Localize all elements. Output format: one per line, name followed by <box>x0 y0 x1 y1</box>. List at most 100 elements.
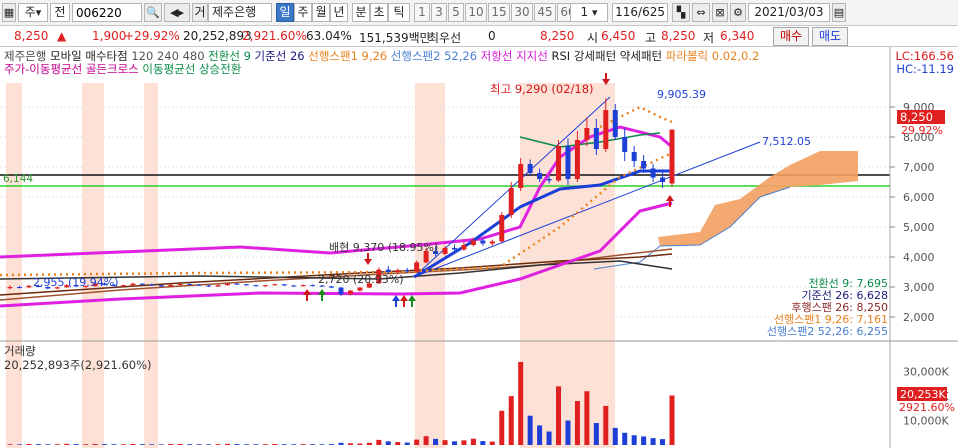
volume-bar <box>546 431 552 445</box>
candle-body <box>262 285 268 287</box>
candle-body <box>499 215 505 242</box>
volume-panel-title: 거래량 <box>4 344 36 358</box>
volume-bar <box>584 391 590 445</box>
signal-arrow-down <box>364 253 372 265</box>
candle-body <box>347 290 353 295</box>
legend-item: 480 <box>179 49 205 63</box>
ruler-icon[interactable]: ⊠ <box>712 3 728 22</box>
interval-30-button[interactable]: 30 <box>511 3 533 22</box>
y-tick-label: 2,000 <box>903 311 935 324</box>
interval-10-button[interactable]: 10 <box>465 3 487 22</box>
candle-body <box>470 240 476 245</box>
annotation-left-3: 2,955 (19.94%) <box>33 276 119 289</box>
y-tick-label: 7,000 <box>903 161 935 174</box>
candle-body <box>139 283 145 285</box>
interval-5-button[interactable]: 5 <box>448 3 464 22</box>
volume-bar <box>641 436 647 445</box>
interval-45-button[interactable]: 45 <box>534 3 556 22</box>
arrows-icon[interactable]: ⇔ <box>692 3 710 22</box>
legend-item: 파라볼릭 0.02,0.2 <box>662 49 759 63</box>
date-field[interactable]: 2021/03/03 <box>748 3 830 22</box>
period-tick-button[interactable]: 틱 <box>388 3 410 22</box>
market-select[interactable]: 주▾ <box>18 3 48 22</box>
volume-bar <box>26 444 32 445</box>
legend-item: 전환선 9 <box>205 49 251 63</box>
interval-3-button[interactable]: 3 <box>431 3 447 22</box>
interval-select[interactable]: 1 ▾ <box>570 3 608 22</box>
calendar-icon[interactable]: ▤ <box>832 3 846 22</box>
open-value: 6,450 <box>601 29 636 43</box>
geo-button[interactable]: 거 <box>192 3 208 22</box>
volume-bar <box>508 396 514 445</box>
count-field[interactable]: 116/625 <box>612 3 668 22</box>
stock-code-field[interactable] <box>73 4 141 21</box>
volume-bar <box>631 435 637 445</box>
period-week-button[interactable]: 주 <box>294 3 312 22</box>
search-icon[interactable]: 🔍 <box>144 3 162 22</box>
volume-tag-pct: 2921.60% <box>899 401 955 414</box>
trend-right-label: 7,512.05 <box>762 135 811 148</box>
price-tag-value: 8,250 <box>900 110 933 124</box>
legend-line-1: 제주은행 모바일 매수타점 120 240 480 전환선 9 기준선 26 선… <box>4 49 759 63</box>
interval-1-button[interactable]: 1 <box>414 3 430 22</box>
y-tick-label: 4,000 <box>903 251 935 264</box>
candle-body <box>253 285 259 287</box>
volume-bar <box>177 443 183 445</box>
price-chart[interactable]: 제주은행 모바일 매수타점 120 240 480 전환선 9 기준선 26 선… <box>0 47 958 448</box>
indicator-values: 전환선 9: 7,695기준선 26: 6,628후행스팬 26: 8,250선… <box>767 277 888 338</box>
period-month-button[interactable]: 월 <box>312 3 330 22</box>
volume-bar <box>329 444 335 445</box>
chevron-down-icon: ▾ <box>591 6 598 19</box>
volume-bar <box>158 444 164 445</box>
speaker-icon[interactable]: ◀▸ <box>164 3 190 22</box>
volume-bar <box>45 444 51 445</box>
highlight-band <box>82 83 104 448</box>
stock-code-input[interactable] <box>72 3 142 22</box>
volume-bar <box>470 438 476 445</box>
legend-item: 주가-이동평균선 골든크로스 <box>4 62 139 76</box>
volume-bar <box>54 444 60 445</box>
candle-body <box>480 240 486 244</box>
candle-body <box>168 284 174 287</box>
market-dropdown-icon[interactable]: ▦ <box>2 3 16 22</box>
volume-bar <box>111 444 117 445</box>
candle-body <box>329 286 335 288</box>
period-year-button[interactable]: 년 <box>330 3 348 22</box>
volume-bar <box>120 444 126 445</box>
sell-button[interactable]: 매도 <box>812 27 848 46</box>
period-day-button[interactable]: 일 <box>276 3 294 22</box>
chart-area[interactable]: 제주은행 모바일 매수타점 120 240 480 전환선 9 기준선 26 선… <box>0 47 958 448</box>
jeon-button[interactable]: 전 <box>50 3 70 22</box>
volume-bar <box>376 439 382 445</box>
volume-bar <box>73 444 79 445</box>
y-tick-label: 3,000 <box>903 281 935 294</box>
volume-bar <box>527 415 533 445</box>
period-second-button[interactable]: 초 <box>370 3 388 22</box>
signal-arrow-up <box>400 295 408 307</box>
candle-body <box>537 173 543 179</box>
legend-item: 저항선 <box>477 49 512 63</box>
highlight-band <box>144 83 158 448</box>
priority-label: 최우선 <box>428 31 462 45</box>
volume-bar <box>574 401 580 445</box>
legend-item: 선행스팬2 52,26 <box>387 49 477 63</box>
gear-icon[interactable]: ⚙ <box>730 3 746 22</box>
signal-arrow-up <box>318 289 326 301</box>
volume-panel-summary: 20,252,893주(2,921.60%) <box>4 358 152 372</box>
volume-bar <box>622 432 628 445</box>
period-minute-button[interactable]: 분 <box>352 3 370 22</box>
grid-icon[interactable]: ▚ <box>672 3 690 22</box>
interval-15-button[interactable]: 15 <box>488 3 510 22</box>
candle-body <box>225 283 231 286</box>
volume-bar <box>225 443 231 445</box>
candle-body <box>489 241 495 244</box>
legend-item: 240 <box>153 49 179 63</box>
highlight-band <box>415 83 445 448</box>
buy-button[interactable]: 매수 <box>773 27 809 46</box>
volume-bar <box>593 423 599 445</box>
candle-body <box>603 110 609 149</box>
volume-bar <box>366 442 372 445</box>
volume-bar <box>291 444 297 445</box>
indicator-value: 선행스팬2 52,26: 6,255 <box>767 325 888 338</box>
trend-top-label: 9,905.39 <box>657 88 706 101</box>
